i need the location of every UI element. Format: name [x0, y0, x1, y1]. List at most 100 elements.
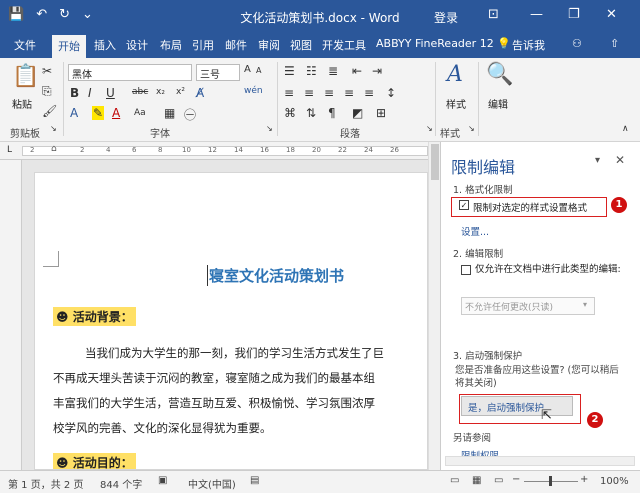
- web-layout-icon[interactable]: ▭: [494, 475, 503, 486]
- paste-icon[interactable]: 📋: [12, 64, 39, 89]
- tab-file[interactable]: 文件: [14, 37, 36, 53]
- indent-marker-icon[interactable]: ⌂: [51, 144, 57, 154]
- change-case-button[interactable]: Aa: [134, 108, 146, 118]
- scrollbar-thumb[interactable]: [431, 144, 439, 180]
- tab-design[interactable]: 设计: [126, 37, 148, 53]
- numbering-icon[interactable]: ☷: [306, 64, 317, 78]
- find-icon[interactable]: 🔍: [486, 62, 513, 87]
- pane-close-icon[interactable]: ✕: [615, 153, 625, 167]
- sort-icon[interactable]: ⇅: [306, 106, 316, 120]
- bullets-icon[interactable]: ☰: [284, 64, 295, 78]
- copy-icon[interactable]: ⎘: [42, 84, 52, 99]
- language[interactable]: 中文(中国): [188, 476, 236, 491]
- editing-type-select[interactable]: 不允许任何更改(只读): [461, 297, 595, 315]
- styles-launcher-icon[interactable]: ↘: [468, 124, 475, 133]
- format-painter-icon[interactable]: 🖌: [42, 104, 57, 118]
- shrink-font-icon[interactable]: A: [256, 66, 261, 75]
- increase-indent-icon[interactable]: ⇥: [372, 64, 382, 78]
- document-title: 寝室文化活动策划书: [207, 265, 345, 286]
- ruler-tick: 4: [106, 146, 111, 154]
- paragraph-launcher-icon[interactable]: ↘: [426, 124, 433, 133]
- enclose-char-icon[interactable]: ㊀: [184, 106, 196, 123]
- char-shading-icon[interactable]: ▦: [164, 106, 175, 120]
- pane-horizontal-scrollbar[interactable]: [445, 456, 635, 466]
- distributed-icon[interactable]: ≡: [364, 86, 374, 100]
- align-left-icon[interactable]: ≡: [284, 86, 294, 100]
- annotation-badge-2: 2: [587, 412, 603, 428]
- grow-font-icon[interactable]: A: [244, 64, 251, 75]
- strikethrough-button[interactable]: abc: [132, 87, 148, 97]
- word-count[interactable]: 844 个字: [100, 476, 142, 491]
- tab-abbyy[interactable]: ABBYY FineReader 12: [376, 37, 494, 50]
- align-right-icon[interactable]: ≡: [324, 86, 334, 100]
- tell-me-box[interactable]: 告诉我: [512, 37, 545, 53]
- zoom-level[interactable]: 100%: [600, 476, 629, 487]
- chinese-layout-icon[interactable]: ⌘: [284, 106, 296, 120]
- tab-view[interactable]: 视图: [290, 37, 312, 53]
- highlight-color-icon[interactable]: ✎: [92, 106, 104, 120]
- proofing-icon[interactable]: ▣: [158, 475, 167, 486]
- show-marks-icon[interactable]: ¶: [328, 106, 336, 120]
- cut-icon[interactable]: ✂: [42, 64, 52, 78]
- document-scrollbar[interactable]: [428, 142, 440, 470]
- share-icon[interactable]: ⇧: [610, 37, 619, 50]
- bold-button[interactable]: B: [70, 86, 79, 100]
- tab-review[interactable]: 审阅: [258, 37, 280, 53]
- font-color-button[interactable]: A: [112, 106, 120, 120]
- tab-layout[interactable]: 布局: [160, 37, 182, 53]
- user-icon[interactable]: ⚇: [572, 37, 582, 50]
- superscript-button[interactable]: x²: [176, 87, 185, 97]
- zoom-in-icon[interactable]: +: [580, 474, 588, 485]
- format-restriction-checkbox[interactable]: ✓: [459, 200, 469, 210]
- borders-icon[interactable]: ⊞: [376, 106, 386, 120]
- tab-home[interactable]: 开始: [52, 35, 86, 58]
- minimize-button[interactable]: —: [530, 7, 543, 22]
- print-layout-icon[interactable]: ▦: [472, 475, 481, 486]
- tab-insert[interactable]: 插入: [94, 37, 116, 53]
- editing-restriction-checkbox[interactable]: [461, 265, 471, 275]
- annotation-box-2: [459, 394, 581, 424]
- group-font-label: 字体: [150, 129, 170, 140]
- decrease-indent-icon[interactable]: ⇤: [352, 64, 362, 78]
- styles-icon[interactable]: A: [442, 62, 468, 87]
- page-count[interactable]: 第 1 页，共 2 页: [8, 476, 83, 491]
- justify-icon[interactable]: ≡: [344, 86, 354, 100]
- ribbon-display-options-icon[interactable]: ⊡: [488, 7, 499, 22]
- align-center-icon[interactable]: ≡: [304, 86, 314, 100]
- pane-options-icon[interactable]: ▾: [595, 155, 600, 166]
- tab-selector[interactable]: L: [7, 145, 12, 155]
- font-size-select[interactable]: 三号: [196, 64, 240, 81]
- read-mode-icon[interactable]: ▭: [450, 475, 459, 486]
- restore-button[interactable]: ❐: [568, 7, 580, 22]
- subscript-button[interactable]: x₂: [156, 87, 165, 97]
- ruler-tick: 18: [286, 146, 295, 154]
- heading-bind: 活动背景：: [72, 310, 133, 324]
- clipboard-launcher-icon[interactable]: ↘: [50, 124, 57, 133]
- tab-references[interactable]: 引用: [192, 37, 214, 53]
- styles-button-label[interactable]: 样式: [446, 96, 466, 111]
- paste-button-label[interactable]: 粘贴: [12, 96, 32, 111]
- underline-button[interactable]: U: [106, 86, 115, 100]
- collapse-ribbon-icon[interactable]: ∧: [622, 124, 629, 134]
- phonetic-guide-icon[interactable]: wén: [244, 86, 263, 96]
- edit-button-label[interactable]: 编辑: [488, 96, 508, 111]
- tab-developer[interactable]: 开发工具: [322, 37, 366, 53]
- zoom-out-icon[interactable]: −: [512, 474, 520, 485]
- line-spacing-icon[interactable]: ↕: [386, 86, 396, 100]
- font-launcher-icon[interactable]: ↘: [266, 124, 273, 133]
- close-button[interactable]: ✕: [606, 7, 617, 22]
- tab-mailings[interactable]: 邮件: [225, 37, 247, 53]
- multilevel-list-icon[interactable]: ≣: [328, 64, 338, 78]
- shading-icon[interactable]: ◩: [352, 106, 363, 120]
- ruler-tick: 2: [30, 146, 35, 154]
- document-page[interactable]: 寝室文化活动策划书 ☻ 活动背景： 当我们成为大学生的那一刻，我们的学习生活方式…: [34, 172, 428, 470]
- login-button[interactable]: 登录: [434, 9, 458, 26]
- zoom-slider-thumb[interactable]: [549, 476, 552, 486]
- clear-format-icon[interactable]: A̸: [196, 86, 204, 100]
- italic-button[interactable]: I: [88, 86, 92, 100]
- macro-icon[interactable]: ▤: [250, 475, 259, 486]
- ruler-tick: 16: [260, 146, 269, 154]
- font-name-select[interactable]: 黑体: [68, 64, 192, 81]
- text-effects-icon[interactable]: A: [70, 106, 78, 120]
- settings-link[interactable]: 设置...: [461, 224, 489, 238]
